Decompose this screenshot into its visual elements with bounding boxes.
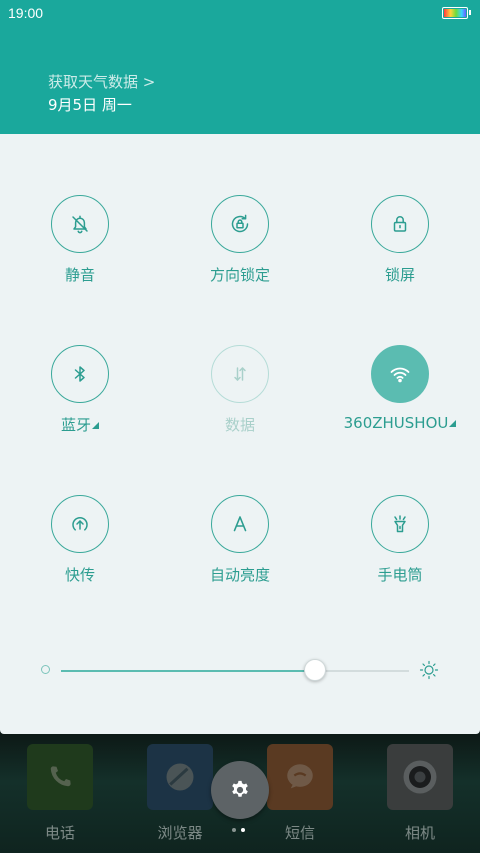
brightness-low-icon — [41, 665, 50, 674]
browser-icon — [147, 744, 213, 810]
brightness-high-icon — [419, 660, 439, 680]
phone-icon — [27, 744, 93, 810]
notification-header: 19:00 获取天气数据 > 9月5日 周一 — [0, 0, 480, 134]
rotation-lock-icon — [231, 214, 249, 233]
battery-tip — [469, 10, 471, 15]
bluetooth-label: 蓝牙 — [60, 416, 91, 434]
bluetooth-icon — [74, 366, 85, 382]
quick-transfer-button[interactable] — [51, 495, 109, 553]
quick-transfer-icon — [72, 516, 88, 531]
toggle-label: 自动亮度 — [209, 566, 270, 584]
brightness-slider[interactable] — [61, 659, 409, 681]
wifi-icon — [390, 367, 410, 383]
toggle-mobile-data[interactable]: 数据 — [160, 345, 320, 455]
toggle-silent[interactable]: 静音 — [0, 195, 160, 305]
mobile-data-button[interactable] — [211, 345, 269, 403]
toggle-label: 静音 — [64, 266, 95, 284]
status-time: 19:00 — [8, 5, 44, 21]
dock-label: 短信 — [284, 824, 315, 842]
more-options-icon[interactable] — [92, 422, 99, 429]
battery-icon — [442, 7, 471, 19]
toggle-label: 360ZHUSHOU — [320, 414, 480, 432]
date-text: 9月5日 周一 — [48, 96, 132, 114]
dock-label: 浏览器 — [157, 824, 203, 842]
toggle-label: 方向锁定 — [209, 266, 270, 284]
rotation-lock-button[interactable] — [211, 195, 269, 253]
settings-button[interactable] — [211, 761, 269, 819]
message-icon — [267, 744, 333, 810]
dock-item-phone[interactable]: 电话 — [0, 744, 120, 849]
lock-screen-button[interactable] — [371, 195, 429, 253]
brightness-slider-thumb[interactable] — [304, 659, 326, 681]
battery-level — [444, 9, 466, 17]
wifi-network-label: 360ZHUSHOU — [343, 414, 449, 432]
auto-brightness-button[interactable] — [211, 495, 269, 553]
toggle-auto-brightness[interactable]: 自动亮度 — [160, 495, 320, 605]
toggle-wifi[interactable]: 360ZHUSHOU — [320, 345, 480, 455]
toggle-label: 蓝牙 — [0, 414, 160, 435]
brightness-slider-fill — [61, 670, 315, 672]
weather-link[interactable]: 获取天气数据 > — [48, 71, 155, 92]
dock-item-camera[interactable]: 相机 — [360, 744, 480, 849]
toggle-label: 手电筒 — [377, 566, 423, 584]
gear-icon — [232, 780, 248, 797]
wifi-button[interactable] — [371, 345, 429, 403]
flashlight-icon — [394, 515, 406, 533]
page-indicator — [232, 828, 248, 832]
toggle-lock-screen[interactable]: 锁屏 — [320, 195, 480, 305]
silent-button[interactable] — [51, 195, 109, 253]
toggle-bluetooth[interactable]: 蓝牙 — [0, 345, 160, 455]
dock-label: 相机 — [404, 824, 435, 842]
toggle-label: 锁屏 — [384, 266, 415, 284]
mobile-data-icon — [234, 367, 246, 381]
toggle-quick-transfer[interactable]: 快传 — [0, 495, 160, 605]
page-dot — [241, 828, 245, 832]
dock-label: 电话 — [44, 824, 75, 842]
bell-off-icon — [72, 215, 88, 234]
bluetooth-button[interactable] — [51, 345, 109, 403]
auto-brightness-icon — [233, 516, 247, 532]
flashlight-button[interactable] — [371, 495, 429, 553]
quick-settings-panel: 静音 方向锁定 锁屏 蓝牙 数据 360ZHUSHOU 快传 自动亮度 手电筒 — [0, 134, 480, 734]
toggle-rotation-lock[interactable]: 方向锁定 — [160, 195, 320, 305]
toggle-label: 数据 — [224, 416, 255, 434]
more-options-icon[interactable] — [449, 420, 457, 427]
toggle-label: 快传 — [64, 566, 95, 584]
lock-icon — [393, 216, 407, 232]
page-dot — [232, 828, 236, 832]
toggle-flashlight[interactable]: 手电筒 — [320, 495, 480, 605]
camera-icon — [387, 744, 453, 810]
